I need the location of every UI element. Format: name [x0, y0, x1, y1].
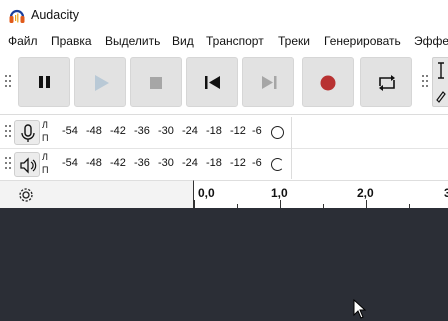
record-meter-grip[interactable]: [5, 125, 11, 139]
record-scale-tick: -48: [86, 125, 102, 137]
ruler-label: 3: [444, 186, 448, 200]
record-scale-tick: -30: [158, 125, 174, 137]
playback-scale-tick: -36: [134, 157, 150, 169]
menu-bar: Файл Правка Выделить Вид Транспорт Треки…: [0, 31, 448, 51]
play-button[interactable]: [74, 57, 126, 107]
speaker-icon: [20, 157, 37, 174]
skip-to-end-icon: [262, 76, 277, 89]
loop-button[interactable]: [360, 57, 412, 107]
ruler-tick: [280, 200, 281, 208]
record-scale-tick: -6: [252, 125, 262, 137]
toolbar-divider: [291, 117, 292, 179]
loop-icon: [379, 75, 395, 91]
record-button[interactable]: [302, 57, 354, 107]
transport-toolbar: [0, 51, 448, 115]
record-meter-left-label: Л: [42, 120, 48, 130]
stop-icon: [150, 77, 162, 89]
gear-icon[interactable]: [15, 185, 37, 205]
menu-file[interactable]: Файл: [8, 34, 38, 48]
skip-to-start-icon: [205, 76, 220, 89]
text-cursor-icon: [436, 62, 446, 103]
playback-scale-tick: -18: [206, 157, 222, 169]
selection-tool-button[interactable]: [432, 57, 448, 107]
menu-edit[interactable]: Правка: [51, 34, 92, 48]
record-meter-right-label: П: [42, 133, 49, 143]
playback-scale-tick: -30: [158, 157, 174, 169]
record-meter-toolbar: Л П -54 -48 -42 -36 -30 -24 -18 -12 -6: [0, 117, 290, 148]
record-volume-knob[interactable]: [271, 126, 284, 139]
record-meter-button[interactable]: [14, 120, 40, 145]
stop-button[interactable]: [130, 57, 182, 107]
playback-scale-tick: -12: [230, 157, 246, 169]
ruler-label: 2,0: [357, 186, 374, 200]
skip-to-start-button[interactable]: [186, 57, 238, 107]
track-panel[interactable]: [0, 208, 448, 321]
ruler-tick: [366, 200, 367, 208]
playback-scale-tick: -24: [182, 157, 198, 169]
playback-scale-tick: -54: [62, 157, 78, 169]
toolbar-grip[interactable]: [5, 75, 11, 89]
menu-transport[interactable]: Транспорт: [206, 34, 264, 48]
playback-meter-right-label: П: [42, 165, 49, 175]
playback-meter-button[interactable]: [14, 152, 40, 177]
audacity-headphones-icon: [9, 9, 25, 23]
playback-scale-tick: -48: [86, 157, 102, 169]
pause-button[interactable]: [18, 57, 70, 107]
title-bar: Audacity: [0, 0, 448, 31]
tools-grip[interactable]: [422, 75, 428, 89]
microphone-icon: [21, 124, 35, 142]
window-title: Audacity: [31, 8, 79, 22]
record-icon: [320, 75, 336, 91]
playback-scale-tick: -42: [110, 157, 126, 169]
timeline-ruler[interactable]: 0,0 1,0 2,0 3: [193, 180, 448, 208]
menu-view[interactable]: Вид: [172, 34, 194, 48]
ruler-label: 1,0: [271, 186, 288, 200]
pause-icon: [39, 76, 50, 88]
timeline-header: [0, 180, 193, 208]
record-scale-tick: -12: [230, 125, 246, 137]
play-icon: [95, 75, 109, 91]
playback-meter-left-label: Л: [42, 152, 48, 162]
ruler-tick: [194, 200, 195, 208]
ruler-label: 0,0: [198, 186, 215, 200]
record-scale-tick: -42: [110, 125, 126, 137]
mouse-cursor-icon: [353, 299, 367, 319]
skip-to-end-button[interactable]: [242, 57, 294, 107]
record-scale-tick: -54: [62, 125, 78, 137]
record-scale-tick: -24: [182, 125, 198, 137]
record-scale-tick: -36: [134, 125, 150, 137]
menu-tracks[interactable]: Треки: [278, 34, 310, 48]
playback-volume-knob[interactable]: [271, 158, 284, 171]
menu-effects[interactable]: Эффе: [414, 34, 448, 48]
menu-generate[interactable]: Генерировать: [324, 34, 401, 48]
playback-meter-toolbar: Л П -54 -48 -42 -36 -30 -24 -18 -12 -6: [0, 149, 290, 180]
menu-select[interactable]: Выделить: [105, 34, 160, 48]
playback-scale-tick: -6: [252, 157, 262, 169]
record-scale-tick: -18: [206, 125, 222, 137]
playback-meter-grip[interactable]: [5, 157, 11, 171]
